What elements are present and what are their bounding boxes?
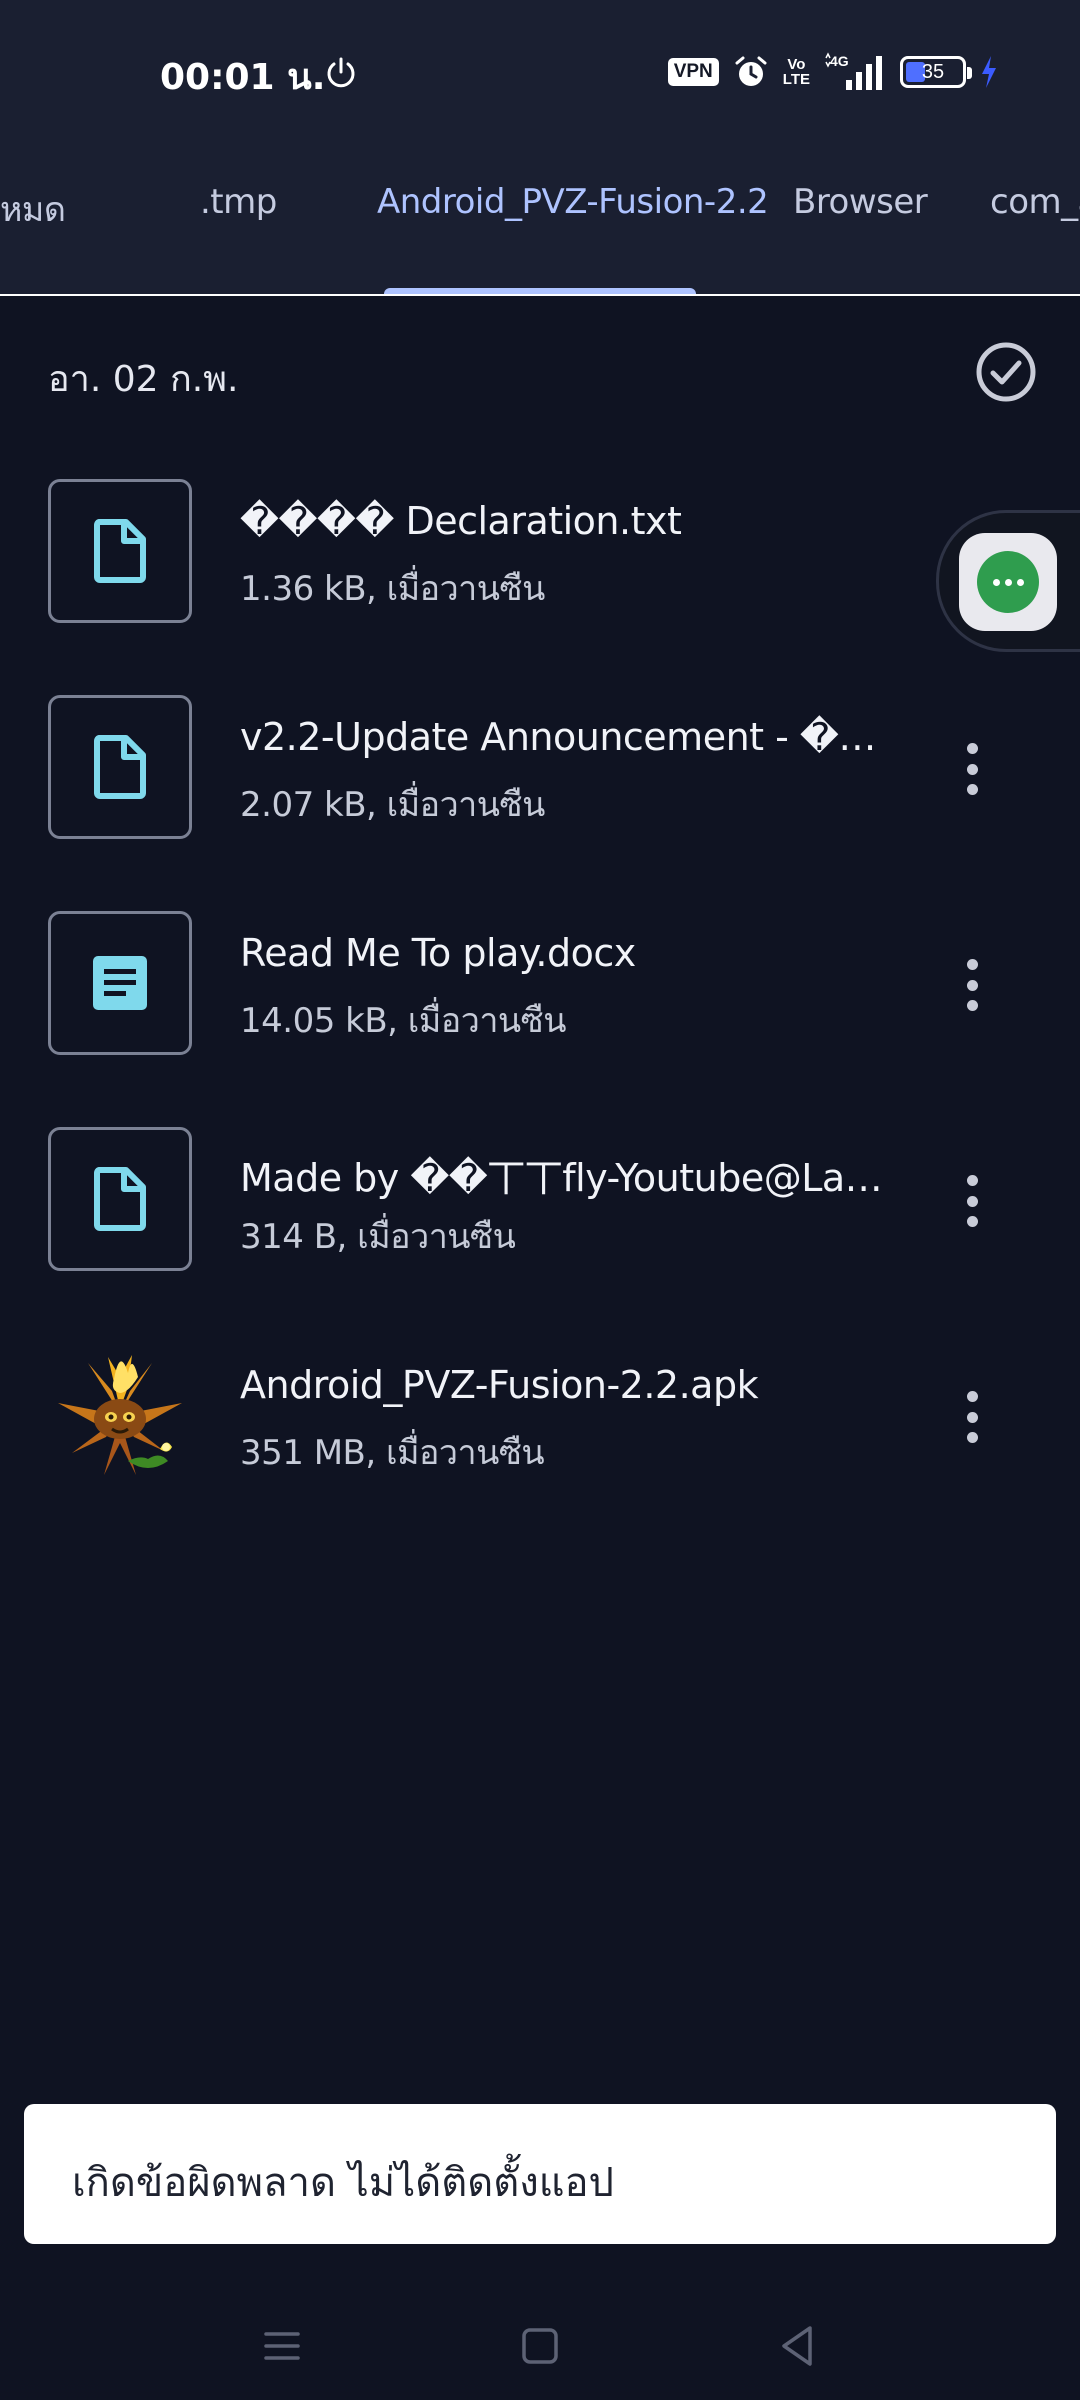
more-options-icon[interactable] <box>950 1387 994 1447</box>
file-meta: 1.36 kB, เมื่อวานซืน <box>240 569 545 609</box>
more-options-icon[interactable] <box>950 1171 994 1231</box>
file-meta: 14.05 kB, เมื่อวานซืน <box>240 1001 566 1041</box>
tab-com-ad[interactable]: com_ad <box>990 182 1080 222</box>
tab-android-pvz-fusion[interactable]: Android_PVZ-Fusion-2.2 <box>377 182 769 222</box>
file-name: ���� Declaration.txt <box>240 499 682 543</box>
power-icon <box>327 57 355 88</box>
chat-bubble-icon[interactable] <box>959 533 1057 631</box>
tab-browser[interactable]: Browser <box>793 182 928 222</box>
volte-icon: Vo LTE <box>783 57 810 87</box>
toast-message: เกิดข้อผิดพลาด ไม่ได้ติดตั้งแอป <box>72 2160 614 2206</box>
folder-tabs: หมด .tmp Android_PVZ-Fusion-2.2 Browser … <box>0 160 1080 296</box>
file-thumbnail <box>48 1127 192 1271</box>
status-bar: 00:01 น. VPN Vo LTE 4G 35 <box>0 0 1080 145</box>
tab-all[interactable]: หมด <box>0 182 66 236</box>
more-options-icon[interactable] <box>950 739 994 799</box>
file-meta: 314 B, เมื่อวานซืน <box>240 1217 516 1257</box>
menu-icon[interactable] <box>252 2316 312 2376</box>
file-row[interactable]: Made by ��丅丅fly-Youtube@Lanpia… 314 B, เ… <box>0 1127 1080 1343</box>
file-icon <box>94 519 146 583</box>
tabs-divider <box>0 294 1080 296</box>
file-meta: 351 MB, เมื่อวานซืน <box>240 1433 545 1473</box>
file-thumbnail <box>48 695 192 839</box>
more-options-icon[interactable] <box>950 955 994 1015</box>
charging-icon <box>982 56 996 88</box>
top-bar: 00:01 น. VPN Vo LTE 4G 35 หมด .tmp Andro… <box>0 0 1080 296</box>
tab-tmp[interactable]: .tmp <box>200 182 277 222</box>
app-icon <box>58 1355 182 1475</box>
file-icon <box>94 1167 146 1231</box>
file-name: Android_PVZ-Fusion-2.2.apk <box>240 1363 759 1407</box>
alarm-icon <box>735 56 767 86</box>
file-row[interactable]: v2.2-Update Announcement - ���… 2.07 kB,… <box>0 695 1080 911</box>
battery-icon: 35 <box>900 56 972 88</box>
volte-top: Vo <box>787 56 806 73</box>
file-thumbnail <box>48 1343 192 1487</box>
vpn-badge: VPN <box>667 58 719 86</box>
signal-icon: 4G <box>825 52 882 90</box>
system-nav-bar <box>0 2290 1080 2400</box>
file-name: v2.2-Update Announcement - ���… <box>240 715 886 759</box>
battery-level: 35 <box>921 60 945 83</box>
date-label: อา. 02 ก.พ. <box>48 359 239 400</box>
file-icon <box>94 735 146 799</box>
file-row[interactable]: ���� Declaration.txt 1.36 kB, เมื่อวานซื… <box>0 479 1080 695</box>
file-row[interactable]: Read Me To play.docx 14.05 kB, เมื่อวานซ… <box>0 911 1080 1127</box>
file-name: Read Me To play.docx <box>240 931 636 975</box>
document-icon <box>93 956 147 1010</box>
volte-bottom: LTE <box>782 71 810 88</box>
date-header: อา. 02 ก.พ. <box>48 340 1038 404</box>
floating-chat-bubble[interactable] <box>936 510 1080 652</box>
back-icon[interactable] <box>768 2316 828 2376</box>
file-thumbnail <box>48 911 192 1055</box>
file-meta: 2.07 kB, เมื่อวานซืน <box>240 785 545 825</box>
status-clock: 00:01 น. <box>160 57 326 98</box>
status-icons: VPN Vo LTE 4G 35 <box>667 52 998 92</box>
file-name: Made by ��丅丅fly-Youtube@Lanpia… <box>240 1156 886 1200</box>
home-icon[interactable] <box>510 2316 570 2376</box>
network-label: 4G <box>830 53 849 69</box>
file-row[interactable]: Android_PVZ-Fusion-2.2.apk 351 MB, เมื่อ… <box>0 1343 1080 1559</box>
error-toast: เกิดข้อผิดพลาด ไม่ได้ติดตั้งแอป <box>24 2104 1056 2244</box>
file-thumbnail <box>48 479 192 623</box>
check-circle-icon[interactable] <box>974 340 1038 404</box>
